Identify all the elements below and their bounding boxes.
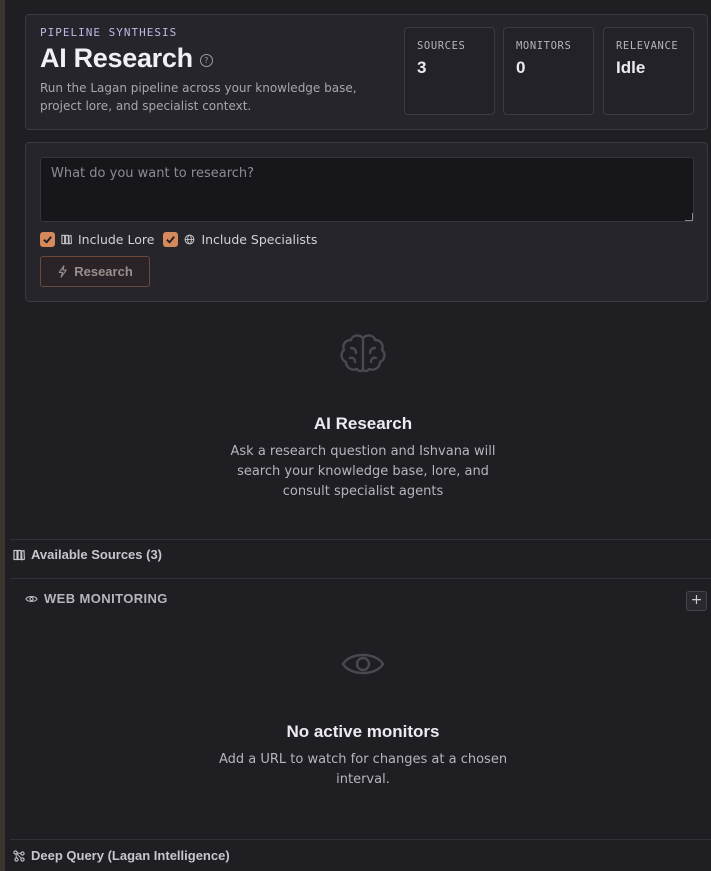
include-lore-checkbox[interactable] [40,232,55,247]
eye-icon [25,595,38,602]
web-monitoring-header: WEB MONITORING [25,591,168,606]
app-frame: PIPELINE SYNTHESIS AI Research ? Run the… [0,0,711,871]
monitors-empty-title: No active monitors [286,722,440,741]
stat-label: MONITORS [516,40,572,52]
research-query-input[interactable] [40,157,694,222]
stat-value: 3 [417,58,427,77]
check-icon [166,236,176,244]
lightning-icon [58,265,67,278]
research-empty-title: AI Research [313,414,413,433]
available-sources-toggle[interactable]: Available Sources (3) [13,547,162,562]
stat-monitors: MONITORS 0 [503,27,594,115]
include-options: Include Lore Include Specialists [40,232,317,247]
resize-handle[interactable] [685,213,693,221]
eye-icon [341,653,385,675]
check-icon [43,236,52,244]
add-monitor-button[interactable]: + [686,591,707,611]
monitors-empty-text: Add a URL to watch for changes at a chos… [218,752,508,787]
stat-value: Idle [616,58,646,77]
research-empty-text: Ask a research question and Ishvana will… [230,444,496,499]
include-specialists-checkbox[interactable] [163,232,179,247]
page-eyebrow: PIPELINE SYNTHESIS [40,26,178,39]
include-lore-label: Include Lore [78,232,155,247]
stat-relevance: RELEVANCE Idle [603,27,694,115]
include-lore-option[interactable]: Include Lore [40,232,154,247]
research-button[interactable]: Research [40,256,150,287]
header-card: PIPELINE SYNTHESIS AI Research ? Run the… [25,14,708,130]
page-subtitle: Run the Lagan pipeline across your knowl… [40,81,357,113]
available-sources-label: Available Sources (3) [31,547,163,562]
monitors-empty-state: No active monitors Add a URL to watch fo… [10,648,711,790]
brain-icon [340,334,386,373]
divider [10,839,711,840]
books-icon [13,549,25,560]
include-specialists-option[interactable]: Include Specialists [163,232,317,247]
network-icon [13,849,25,862]
divider [10,578,711,579]
research-empty-state: AI Research Ask a research question and … [10,332,711,502]
globe-icon [185,234,195,245]
divider [10,539,711,540]
deep-query-toggle[interactable]: Deep Query (Lagan Intelligence) [13,848,230,863]
research-button-label: Research [74,264,133,279]
web-monitoring-title: WEB MONITORING [44,591,168,606]
deep-query-label: Deep Query (Lagan Intelligence) [31,848,230,863]
title-row: AI Research ? [40,43,213,74]
stat-value: 0 [516,58,526,77]
stat-label: SOURCES [417,40,466,52]
stat-label: RELEVANCE [616,40,679,52]
query-card: Include Lore Include Specialists [25,142,708,302]
page-title: AI Research [40,43,193,73]
stat-sources: SOURCES 3 [404,27,495,115]
include-specialists-label: Include Specialists [201,232,318,247]
books-icon [61,234,72,245]
help-circle-icon[interactable]: ? [199,54,213,67]
